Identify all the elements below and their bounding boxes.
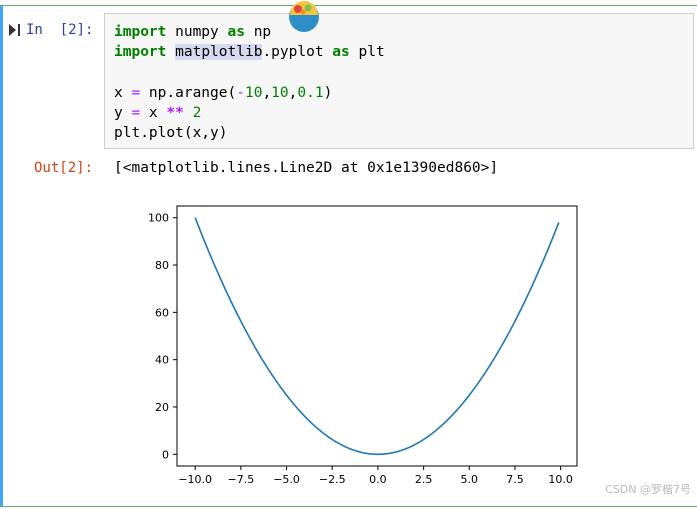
x-tick-label: −5.0: [273, 473, 300, 486]
x-tick-label: 2.5: [415, 473, 433, 486]
x-tick-label: 10.0: [548, 473, 573, 486]
y-tick-label: 0: [162, 448, 169, 461]
cell-bottom-border: [0, 506, 697, 507]
y-tick-label: 20: [155, 401, 169, 414]
x-tick-label: −10.0: [178, 473, 212, 486]
line-plot: −10.0 −7.5 −5.0 −2.5 0.0 2.5 5.0 7.5 10.0 0 20 40 60…: [148, 205, 578, 486]
x-tick-label: 7.5: [506, 473, 524, 486]
watermark: CSDN @罗楷7号: [605, 483, 691, 496]
y-tick-label: 100: [148, 212, 169, 225]
x-tick-label: −2.5: [319, 473, 346, 486]
series-line: [194, 217, 560, 456]
plot-axes-frame: [176, 205, 578, 467]
y-tick-label: 40: [155, 354, 169, 367]
x-tick-label: 0.0: [369, 473, 387, 486]
y-tick-label: 80: [155, 259, 169, 272]
x-tick-label: −7.5: [228, 473, 255, 486]
y-tick-label: 60: [155, 306, 169, 319]
x-tick-label: 5.0: [461, 473, 479, 486]
